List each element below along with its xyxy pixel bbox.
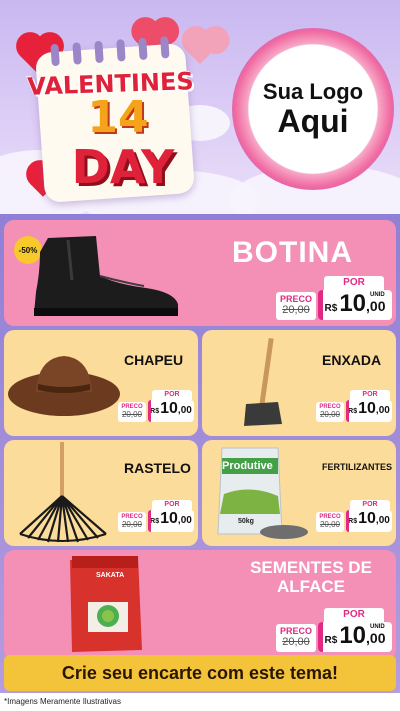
old-price-box: PRECO 20,00 bbox=[316, 402, 344, 422]
por-label: POR bbox=[152, 390, 192, 400]
logo-text-line2: Aqui bbox=[277, 103, 349, 140]
current-price-box: R$ 10 ,00 bbox=[148, 510, 194, 532]
por-label: POR bbox=[324, 276, 384, 290]
por-label: POR bbox=[350, 500, 390, 510]
boot-image bbox=[34, 236, 178, 316]
bag-brand-label: Produtive bbox=[222, 460, 273, 472]
price-tag: POR PRECO 20,00 R$ 10 ,00 bbox=[118, 498, 196, 538]
product-name-line1: SEMENTES DE bbox=[250, 558, 372, 577]
price-decimal: ,00 bbox=[177, 515, 192, 526]
por-label: POR bbox=[324, 608, 384, 622]
price-integer: 10 bbox=[160, 510, 178, 527]
heart-icon bbox=[185, 35, 215, 65]
old-price-box: PRECO 20,00 bbox=[276, 292, 316, 320]
hoe-image bbox=[244, 338, 282, 426]
product-card-rastelo[interactable]: RASTELO POR PRECO 20,00 R$ 10 ,00 bbox=[4, 440, 198, 546]
product-name-line2: ALFACE bbox=[277, 577, 345, 596]
product-card-sementes[interactable]: SAKATA SEMENTES DE ALFACE POR PRECO 20,0… bbox=[4, 550, 396, 660]
hat-image bbox=[8, 356, 120, 416]
old-price-box: PRECO 20,00 bbox=[118, 402, 146, 422]
product-name: BOTINA bbox=[232, 236, 353, 269]
title-day: DAY bbox=[71, 140, 175, 194]
product-card-chapeu[interactable]: CHAPEU POR PRECO 20,00 R$ 10 ,00 bbox=[4, 330, 198, 436]
bag-weight-label: 50kg bbox=[238, 518, 254, 525]
seed-pack-image bbox=[70, 556, 142, 652]
old-price-box: PRECO 20,00 bbox=[316, 512, 344, 532]
price-tag: POR PRECO 20,00 R$ 10 ,00 bbox=[316, 388, 394, 428]
calendar-rings bbox=[50, 36, 170, 67]
current-price-box: R$ 10 ,00 bbox=[148, 400, 194, 422]
price-integer: 10 bbox=[339, 622, 367, 649]
old-price: 20,00 bbox=[121, 520, 143, 529]
logo-placeholder[interactable]: Sua Logo Aqui bbox=[249, 45, 377, 173]
fertilizer-bag-image bbox=[217, 447, 308, 539]
price-tag: POR PRECO 20,00 R$ 10 ,00 UNID bbox=[276, 604, 392, 654]
price-integer: 10 bbox=[160, 400, 178, 417]
product-name: ENXADA bbox=[322, 352, 382, 368]
price-decimal: ,00 bbox=[375, 515, 390, 526]
old-price-box: PRECO 20,00 bbox=[276, 624, 316, 652]
product-name: CHAPEU bbox=[124, 352, 184, 368]
price-currency: R$ bbox=[324, 303, 338, 314]
price-decimal: ,00 bbox=[177, 405, 192, 416]
price-integer: 10 bbox=[339, 290, 367, 317]
current-price-box: R$ 10 ,00 bbox=[346, 510, 392, 532]
price-tag: POR PRECO 20,00 R$ 10 ,00 UNID bbox=[276, 272, 392, 322]
price-tag: POR PRECO 20,00 R$ 10 ,00 bbox=[118, 388, 196, 428]
old-price: 20,00 bbox=[282, 636, 310, 648]
unit-label: UNID bbox=[370, 292, 385, 298]
por-label: POR bbox=[350, 390, 390, 400]
current-price-box: R$ 10 ,00 bbox=[346, 400, 392, 422]
preco-label: PRECO bbox=[279, 626, 312, 636]
header-banner: VALENTINES 14 DAY Sua Logo Aqui bbox=[0, 0, 400, 214]
preco-label: PRECO bbox=[279, 294, 312, 304]
old-price: 20,00 bbox=[282, 304, 310, 316]
product-card-fertilizantes[interactable]: Produtive 50kg FERTILIZANTES POR PRECO 2… bbox=[202, 440, 396, 546]
logo-text-line1: Sua Logo bbox=[262, 79, 364, 105]
price-currency: R$ bbox=[348, 518, 358, 525]
unit-label: UNID bbox=[370, 624, 385, 630]
product-name: SEMENTES DE ALFACE bbox=[236, 558, 386, 596]
price-decimal: ,00 bbox=[366, 630, 386, 646]
price-integer: 10 bbox=[358, 510, 376, 527]
old-price: 20,00 bbox=[121, 410, 143, 419]
product-name: FERTILIZANTES bbox=[322, 462, 392, 472]
price-decimal: ,00 bbox=[375, 405, 390, 416]
disclaimer-text: *Imagens Meramente Ilustrativas bbox=[4, 697, 121, 706]
rake-image bbox=[19, 442, 107, 543]
pack-brand-label: SAKATA bbox=[96, 572, 125, 579]
price-currency: R$ bbox=[150, 408, 160, 415]
product-card-botina[interactable]: -50% BOTINA POR PRECO 20,00 R$ 10 ,00 UN… bbox=[4, 220, 396, 326]
flyer-page: VALENTINES 14 DAY Sua Logo Aqui -50% BOT… bbox=[0, 0, 400, 711]
cta-banner[interactable]: Crie seu encarte com este tema! bbox=[4, 655, 396, 691]
price-tag: POR PRECO 20,00 R$ 10 ,00 bbox=[316, 498, 394, 538]
price-currency: R$ bbox=[324, 635, 338, 646]
por-label: POR bbox=[152, 500, 192, 510]
price-integer: 10 bbox=[358, 400, 376, 417]
price-decimal: ,00 bbox=[366, 298, 386, 314]
price-currency: R$ bbox=[150, 518, 160, 525]
products-section: -50% BOTINA POR PRECO 20,00 R$ 10 ,00 UN… bbox=[0, 214, 400, 711]
product-card-enxada[interactable]: ENXADA POR PRECO 20,00 R$ 10 ,00 bbox=[202, 330, 396, 436]
old-price: 20,00 bbox=[319, 410, 341, 419]
price-currency: R$ bbox=[348, 408, 358, 415]
old-price-box: PRECO 20,00 bbox=[118, 512, 146, 532]
title-day-number: 14 bbox=[87, 92, 149, 143]
product-name: RASTELO bbox=[124, 460, 191, 476]
old-price: 20,00 bbox=[319, 520, 341, 529]
